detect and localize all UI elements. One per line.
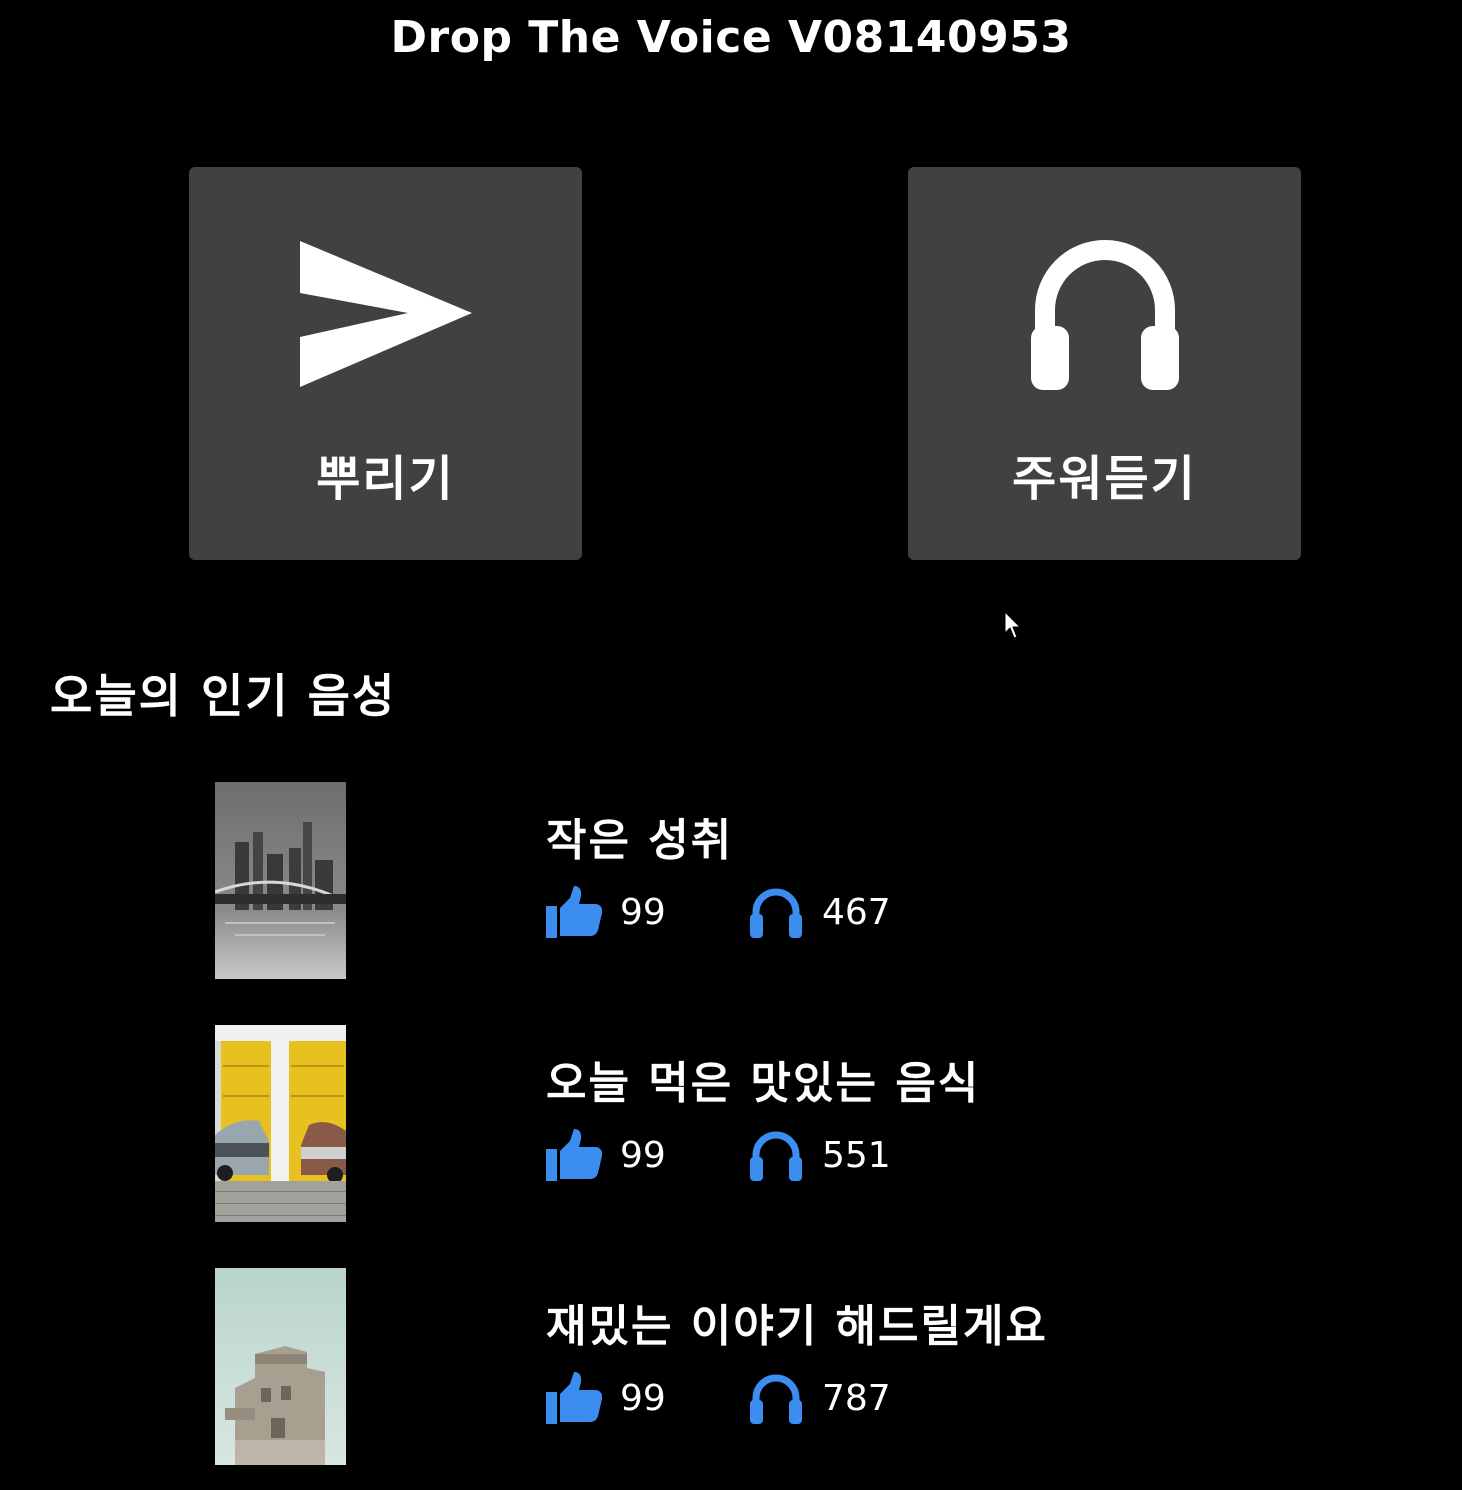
like-stat[interactable]: 99	[546, 1129, 666, 1181]
listen-count: 787	[822, 1377, 891, 1419]
voice-title: 오늘 먹은 맛있는 음식	[546, 1058, 981, 1109]
like-stat[interactable]: 99	[546, 886, 666, 938]
send-icon	[189, 229, 582, 399]
listen-stat: 787	[748, 1372, 891, 1424]
headphones-icon	[750, 1374, 802, 1424]
listen-voice-label: 주워듣기	[1012, 451, 1197, 507]
voice-thumbnail	[215, 1025, 346, 1222]
voice-list-item[interactable]: 작은 성취 99 467	[0, 782, 1462, 979]
like-stat[interactable]: 99	[546, 1372, 666, 1424]
headphones-icon	[750, 888, 802, 938]
listen-stat: 467	[748, 886, 891, 938]
thumbs-up-icon	[546, 1372, 602, 1424]
like-count: 99	[620, 891, 666, 933]
app-title: Drop The Voice V08140953	[390, 12, 1072, 63]
mouse-cursor-icon	[1004, 610, 1024, 641]
app-root: Drop The Voice V08140953 뿌리기 주워듣기 오늘의 인기…	[0, 0, 1462, 1490]
voice-thumbnail	[215, 782, 346, 979]
like-count: 99	[620, 1377, 666, 1419]
drop-voice-button[interactable]: 뿌리기	[189, 167, 582, 560]
voice-list-item[interactable]: 오늘 먹은 맛있는 음식 99 551	[0, 1025, 1462, 1222]
popular-voices-heading: 오늘의 인기 음성	[50, 669, 397, 723]
thumbs-up-icon	[546, 886, 602, 938]
listen-voice-button[interactable]: 주워듣기	[908, 167, 1301, 560]
listen-count: 551	[822, 1134, 891, 1176]
voice-thumbnail	[215, 1268, 346, 1465]
listen-count: 467	[822, 891, 891, 933]
voice-list-item[interactable]: 재밌는 이야기 해드릴게요 99 787	[0, 1268, 1462, 1465]
headphones-icon	[750, 1131, 802, 1181]
like-count: 99	[620, 1134, 666, 1176]
listen-stat: 551	[748, 1129, 891, 1181]
headphones-icon	[908, 229, 1301, 399]
voice-title: 작은 성취	[546, 815, 734, 866]
voice-title: 재밌는 이야기 해드릴게요	[546, 1301, 1048, 1352]
drop-voice-label: 뿌리기	[316, 451, 455, 507]
thumbs-up-icon	[546, 1129, 602, 1181]
